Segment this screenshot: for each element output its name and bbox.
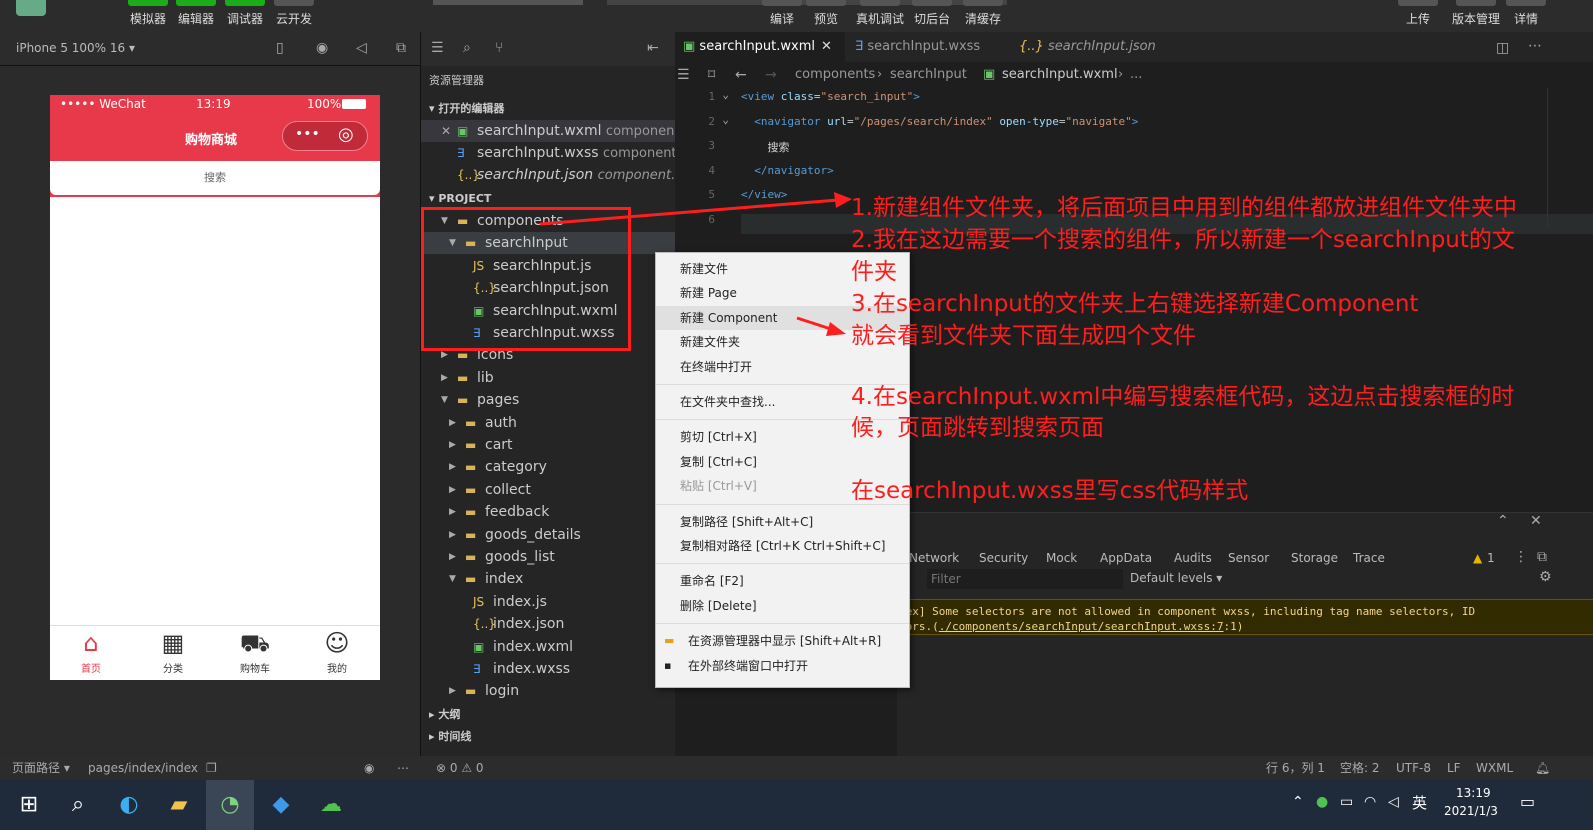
- annotation-text: 3.在searchInput的文件夹上右键选择新建Component: [851, 291, 1419, 317]
- arrow-line: [539, 198, 839, 226]
- arrow-head: [826, 322, 846, 336]
- annotation-text: 1.新建组件文件夹，将后面项目中用到的组件都放进组件文件夹中: [851, 195, 1517, 221]
- annotation-text: 在searchInput.wxss里写css代码样式: [851, 478, 1249, 504]
- annotation-arrows: [539, 192, 852, 336]
- annotation-text: 4.在searchInput.wxml中编写搜索框代码，这边点击搜索框的时: [851, 384, 1515, 410]
- annotation-text: 候，页面跳转到搜索页面: [851, 415, 1104, 441]
- annotation-text: 2.我在这边需要一个搜索的组件，所以新建一个searchInput的文: [851, 227, 1515, 253]
- arrow-head: [834, 192, 852, 208]
- annotation-text: 件夹: [851, 259, 897, 285]
- annotation-text: 就会看到文件夹下面生成四个文件: [851, 323, 1196, 349]
